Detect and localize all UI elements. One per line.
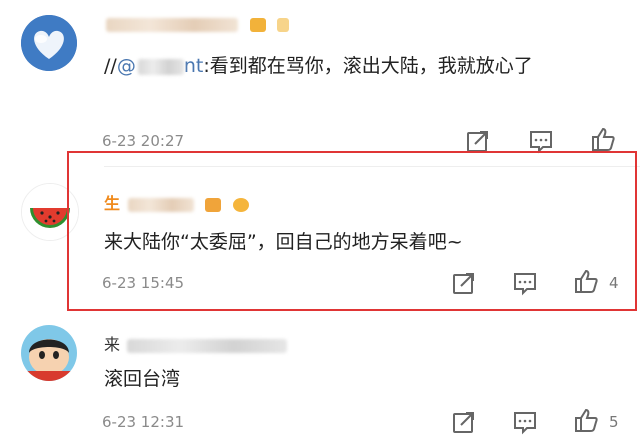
comment-3-username[interactable]: 来 [104,331,288,355]
share-icon[interactable] [451,270,477,296]
comment-2-username[interactable]: 生 [104,190,249,214]
vip-badge-icon [249,17,266,32]
comment-1-time: 6-23 20:27 [102,132,185,150]
duck-badge-icon [232,197,249,212]
comment-3-text: 滚回台湾 [104,368,181,390]
comment-3-time: 6-23 12:31 [102,413,185,431]
comment-1-username[interactable] [104,14,290,33]
avatar-watermelon[interactable] [21,183,79,241]
thumbs-up-icon[interactable] [573,268,599,294]
comment-item-2: 生 来大陆你“太委屈”，回自己的地方呆着吧~ 6-23 15:45 4 [0,150,640,315]
avatar-cartoon-boy[interactable] [21,325,77,381]
comment-item-3: 来 滚回台湾 6-23 12:31 5 [0,315,640,435]
username-blurred [127,197,194,212]
comment-2-time: 6-23 15:45 [102,274,185,292]
comment-3-like-count: 5 [609,413,619,431]
heart-cloud-avatar-image [21,15,77,71]
mention-link[interactable]: @ nt [117,55,204,77]
comment-item-1: //@ nt:看到都在骂你，滚出大陆，我就放心了 6-23 20:27 [0,0,640,154]
vip-badge-icon [205,197,222,212]
username-blurred [106,17,238,32]
comment-icon[interactable] [512,409,538,435]
thumbs-up-icon[interactable] [573,407,599,433]
comment-icon[interactable] [512,270,538,296]
comment-2-text: 来大陆你“太委屈”，回自己的地方呆着吧~ [104,231,463,253]
share-icon[interactable] [451,409,477,435]
username-blurred [127,338,288,353]
cartoon-boy-avatar-image [21,325,77,381]
avatar-heart-sky[interactable] [21,15,77,71]
comment-1-text: //@ nt:看到都在骂你，滚出大陆，我就放心了 [104,55,533,77]
watermelon-avatar-image [22,184,78,240]
vip-badge-icon [277,17,290,32]
comment-2-like-count: 4 [609,274,619,292]
thumbs-up-icon[interactable] [590,126,616,152]
